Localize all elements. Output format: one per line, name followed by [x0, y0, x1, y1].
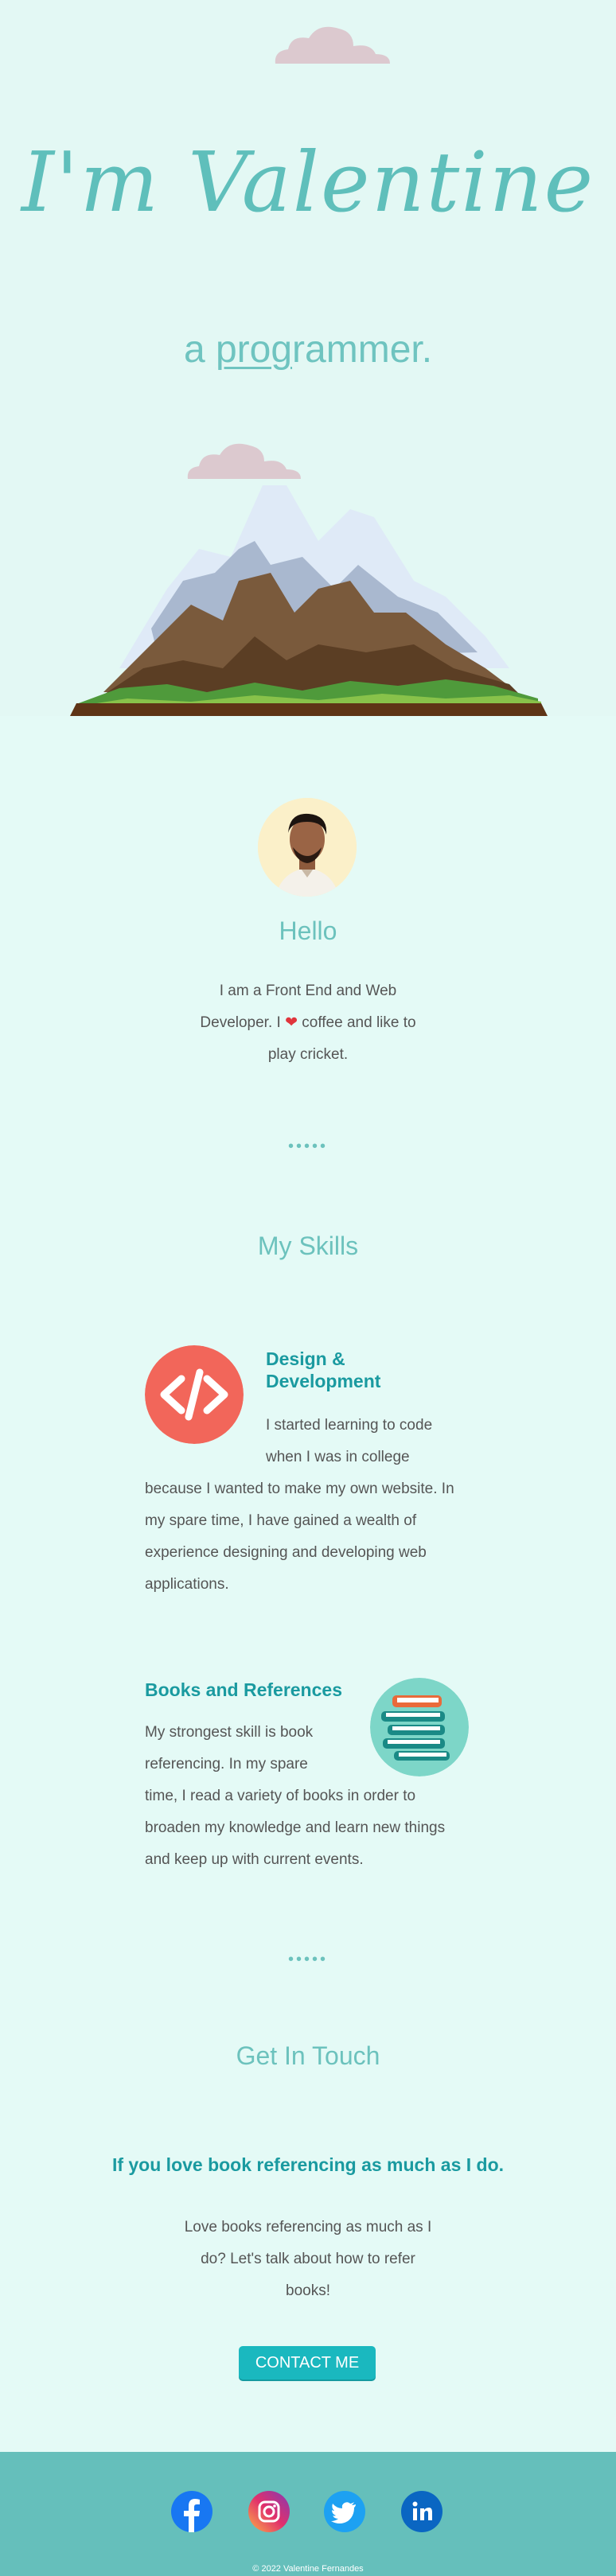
linkedin-icon[interactable]	[401, 2491, 443, 2532]
heart-icon: ❤	[285, 1014, 298, 1031]
text-wrap-spacer	[145, 1410, 266, 1473]
twitter-icon[interactable]	[324, 2491, 365, 2532]
contact-text: Love books referencing as much as I do? …	[184, 2219, 432, 2299]
skill-title: Design & Development	[266, 1348, 441, 1392]
facebook-icon[interactable]	[171, 2491, 212, 2532]
contact-title: If you love book referencing as much as …	[111, 2154, 505, 2175]
mountain-illustration	[70, 485, 548, 716]
subtitle-rest: rammer.	[292, 329, 433, 371]
cloud-icon	[275, 26, 390, 64]
contact-heading: Get In Touch	[236, 2041, 380, 2070]
skill-description: I started learning to code when I was in…	[145, 1410, 463, 1601]
subtitle-prefix: a	[183, 329, 216, 371]
skill-title-line2: Development	[266, 1371, 381, 1391]
about-heading: Hello	[279, 916, 337, 945]
skills-heading: My Skills	[257, 1232, 359, 1260]
avatar	[258, 798, 357, 897]
skill-title-line1: Design &	[266, 1348, 345, 1369]
instagram-icon[interactable]	[248, 2491, 290, 2532]
skill-title: Books and References	[145, 1679, 342, 1700]
avatar-portrait	[258, 798, 357, 897]
hero-title: I'm Valentine	[21, 134, 595, 231]
about-text: I am a Front End and Web Developer. I ❤ …	[193, 975, 423, 1071]
section-divider: •••••	[287, 1951, 328, 1968]
hero-section: I'm Valentine a programmer.	[0, 0, 616, 716]
books-icon	[370, 1678, 469, 1776]
subtitle-underlined: prog	[215, 329, 293, 371]
section-divider: •••••	[287, 1138, 328, 1155]
hero-subtitle: a programmer.	[0, 328, 616, 372]
contact-me-button[interactable]: CONTACT ME	[239, 2346, 376, 2379]
footer: © 2022 Valentine Fernandes	[0, 2452, 616, 2576]
copyright-text: © 2022 Valentine Fernandes	[252, 2564, 364, 2574]
